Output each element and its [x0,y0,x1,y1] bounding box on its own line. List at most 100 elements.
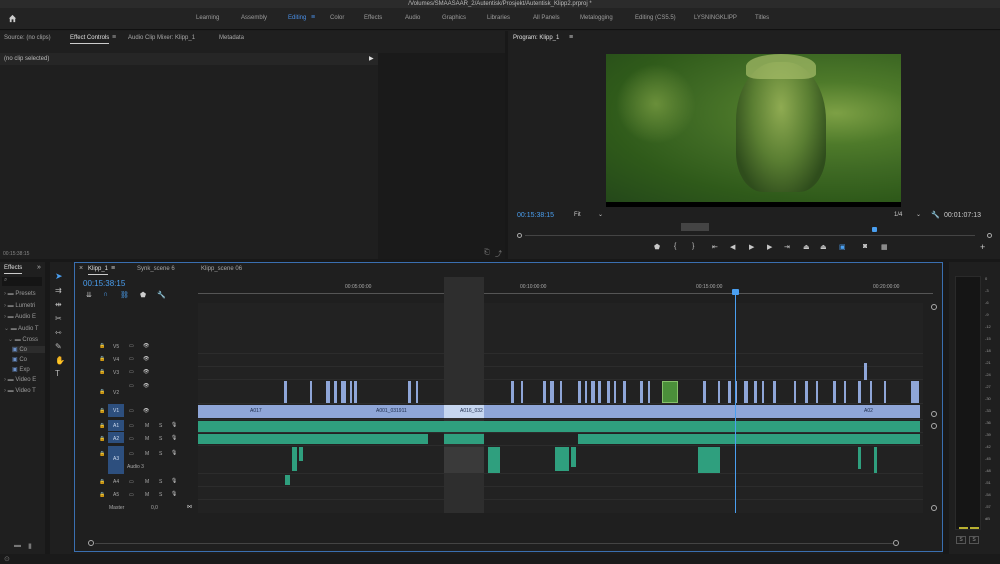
eye-icon[interactable]: 👁 [143,356,149,362]
microphone-icon[interactable]: 🎙 [171,450,177,456]
workspace-all-panels[interactable]: All Panels [533,15,560,21]
workspace-audio[interactable]: Audio [405,15,420,21]
microphone-icon[interactable]: 🎙 [171,478,177,484]
vertical-scroll-mid[interactable] [931,411,937,417]
a2-clip-band[interactable] [198,434,428,444]
tab-metadata[interactable]: Metadata [219,35,244,41]
panel-menu-icon[interactable]: ≡ [112,34,116,41]
snap-icon[interactable]: ∩ [103,291,108,298]
vertical-scroll-mid2[interactable] [931,423,937,429]
track-a2-label[interactable]: A2 [113,436,119,442]
go-to-master-icon[interactable]: ⋈ [187,504,192,510]
tab-klipp-1[interactable]: Klipp_1 [88,266,109,275]
extract-icon[interactable]: ⏏ [820,243,827,251]
eye-icon[interactable]: 👁 [143,408,149,414]
program-scrub-bar[interactable] [517,223,995,239]
sync-lock-icon[interactable]: ▭ [129,492,134,498]
type-tool-icon[interactable]: T [55,369,60,378]
workspace-titles[interactable]: Titles [755,15,769,21]
panel-menu-icon[interactable]: ≡ [111,265,115,272]
eye-icon[interactable]: 👁 [143,383,149,389]
solo-left-button[interactable]: S [956,536,966,544]
new-bin-icon[interactable]: ▬ [14,542,21,549]
add-marker-icon[interactable]: ⬟ [140,291,146,299]
linked-selection-icon[interactable]: ⛓ [120,291,129,299]
eye-icon[interactable]: 👁 [143,343,149,349]
slip-tool-icon[interactable]: ⇿ [55,328,62,337]
home-icon[interactable] [8,14,17,23]
selection-tool-icon[interactable]: ➤ [55,271,63,282]
add-marker-icon[interactable]: ⬟ [654,243,660,251]
track-output-icon[interactable]: ▭ [129,369,134,375]
expand-icon[interactable]: » [37,264,41,271]
tab-audio-clip-mixer[interactable]: Audio Clip Mixer: Klipp_1 [128,35,195,41]
sync-lock-icon[interactable]: ▭ [129,423,134,429]
track-output-icon[interactable]: ▭ [129,343,134,349]
camera-icon[interactable]: ◙ [863,243,867,250]
timeline-ruler[interactable]: 00:05:00:00 00:10:00:00 00:15:00:00 00:2… [198,279,933,301]
track-a4-label[interactable]: A4 [113,479,119,485]
export-frame-icon[interactable]: ⎗ [484,249,490,257]
wrench-icon[interactable]: 🔧 [157,291,166,299]
tree-item-constant-power[interactable]: ▣ Co [12,356,27,363]
workspace-editing-cs55[interactable]: Editing (CS5.5) [635,15,676,21]
tree-item-cross[interactable]: ⌄ ▬ Cross [8,336,38,343]
master-value[interactable]: 0,0 [151,505,158,511]
mute-button[interactable]: M [145,423,149,429]
add-button-icon[interactable]: + [980,242,985,252]
track-a5-label[interactable]: A5 [113,492,119,498]
tree-item-video-transitions[interactable]: › ▬ Video T [4,388,36,394]
eye-icon[interactable]: 👁 [143,369,149,375]
track-a3-label[interactable]: A3 [113,456,119,462]
mark-in-icon[interactable]: { [674,243,676,250]
microphone-icon[interactable]: 🎙 [171,491,177,497]
workspace-libraries[interactable]: Libraries [487,15,510,21]
timeline-timecode[interactable]: 00:15:38:15 [83,279,125,288]
horizontal-scrollbar[interactable] [95,543,893,544]
chevron-down-icon[interactable]: ⌄ [598,211,603,218]
panel-menu-icon[interactable]: ≡ [569,34,573,41]
comparison-view-icon[interactable]: ▣ [839,243,846,251]
wrench-icon[interactable]: 🔧 [931,211,940,219]
trash-icon[interactable]: ▮ [28,542,32,550]
a1-clip-band[interactable] [198,421,920,432]
expand-arrow-icon[interactable]: ▶ [369,55,374,62]
button-editor-icon[interactable]: ▦ [881,243,888,251]
track-select-tool-icon[interactable]: ⇉ [55,286,62,295]
mute-button[interactable]: M [145,436,149,442]
workspace-assembly[interactable]: Assembly [241,15,267,21]
hand-tool-icon[interactable]: ✋ [55,356,65,365]
solo-button[interactable]: S [159,423,162,429]
track-v2-label[interactable]: V2 [113,390,119,396]
solo-button[interactable]: S [159,492,162,498]
go-to-out-icon[interactable]: ⇥ [784,243,790,251]
track-area[interactable]: A017 A001_031911 A016_032 A02 [198,277,923,513]
track-output-icon[interactable]: ▭ [129,383,134,389]
track-output-icon[interactable]: ▭ [129,356,134,362]
track-v5-label[interactable]: V5 [113,344,119,350]
horizontal-scroll-start[interactable] [88,540,94,546]
tree-item-video-effects[interactable]: › ▬ Video E [4,377,36,383]
tree-item-lumetri[interactable]: › ▬ Lumetri [4,303,35,309]
graphics-clip[interactable] [662,381,678,403]
tree-item-audio-effects[interactable]: › ▬ Audio E [4,314,36,320]
mark-out-icon[interactable]: } [692,243,694,250]
resolution-dropdown[interactable]: 1/4 [894,212,902,218]
lift-icon[interactable]: ⏏ [803,243,810,251]
sync-lock-icon[interactable]: ▭ [129,479,134,485]
close-icon[interactable]: × [79,265,83,272]
razor-tool-icon[interactable]: ✂ [55,314,62,323]
workspace-graphics[interactable]: Graphics [442,15,466,21]
tab-source[interactable]: Source: (no clips) [4,35,51,41]
workspace-metalogging[interactable]: Metalogging [580,15,613,21]
mute-button[interactable]: M [145,479,149,485]
workspace-editing[interactable]: Editing [288,15,306,21]
ripple-edit-tool-icon[interactable]: ⇹ [55,300,62,309]
sync-lock-icon[interactable]: ▭ [129,451,134,457]
fit-dropdown[interactable]: Fit [574,212,581,218]
sync-lock-icon[interactable]: ▭ [129,436,134,442]
settings-icon[interactable]: ⤴ [495,249,502,259]
v1-clip-band[interactable] [198,405,920,418]
program-timecode[interactable]: 00:15:38:15 [517,212,554,219]
track-output-icon[interactable]: ▭ [129,408,134,414]
